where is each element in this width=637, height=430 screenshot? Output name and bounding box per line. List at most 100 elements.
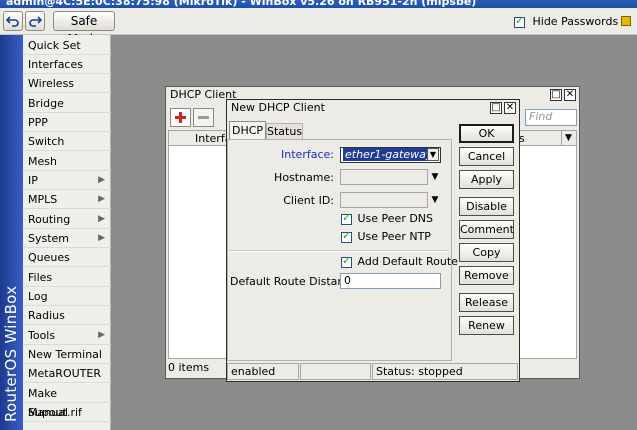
sidebar-item-manual[interactable]: Manual [23, 403, 111, 422]
use-peer-dns-check[interactable] [341, 211, 352, 225]
status-cell-empty [300, 363, 371, 380]
sidebar-item-bridge[interactable]: Bridge [23, 94, 111, 113]
hide-passwords-label: Hide Passwords [532, 15, 619, 28]
release-button[interactable]: Release [459, 293, 514, 312]
hostname-dropdown-icon[interactable]: ▼ [428, 170, 442, 184]
renew-button[interactable]: Renew [459, 316, 514, 335]
find-input[interactable]: Find [525, 109, 577, 126]
interface-label: Interface: [281, 148, 334, 161]
sidebar-item-ip[interactable]: IP ▶ [23, 171, 111, 190]
sidebar-item-label: Switch [28, 135, 65, 148]
window-title: admin@4C:5E:0C:38:75:98 (MikroTik) - Win… [6, 0, 477, 8]
apply-button[interactable]: Apply [459, 170, 514, 189]
close-icon[interactable]: ✕ [504, 102, 516, 114]
items-count: 0 items [168, 361, 210, 374]
use-peer-dns-checkbox[interactable]: Use Peer DNS [341, 211, 434, 225]
submenu-arrow-icon: ▶ [98, 175, 105, 185]
tab-status[interactable]: Status [266, 123, 303, 139]
submenu-arrow-icon: ▶ [98, 330, 105, 340]
dropdown-icon[interactable]: ▼ [427, 148, 439, 161]
sidebar-item-log[interactable]: Log [23, 287, 111, 306]
sidebar-item-label: New Terminal [28, 348, 102, 361]
sidebar-item-tools[interactable]: Tools ▶ [23, 326, 111, 345]
minus-icon [198, 116, 209, 119]
interface-value: ether1-gateway [343, 148, 435, 161]
sidebar-item-mesh[interactable]: Mesh [23, 152, 111, 171]
window-title-bar: admin@4C:5E:0C:38:75:98 (MikroTik) - Win… [0, 0, 637, 8]
sidebar-item-label: Log [28, 290, 48, 303]
submenu-arrow-icon: ▶ [98, 233, 105, 243]
disable-button[interactable]: Disable [459, 197, 514, 216]
sidebar-item-interfaces[interactable]: Interfaces [23, 55, 111, 74]
hostname-field[interactable] [340, 169, 428, 185]
interface-select[interactable]: ether1-gateway ▼ [340, 147, 441, 163]
client-id-label: Client ID: [283, 194, 334, 207]
sidebar-menu: Quick Set Interfaces Wireless Bridge PPP… [23, 35, 111, 430]
maximize-icon[interactable]: □ [550, 89, 562, 101]
ok-button[interactable]: OK [459, 124, 514, 143]
plus-icon [175, 112, 186, 123]
status-enabled: enabled [227, 363, 299, 380]
sidebar-item-label: Bridge [28, 97, 64, 110]
sidebar-item-quick-set[interactable]: Quick Set [23, 36, 111, 55]
sidebar-item-system[interactable]: System ▶ [23, 229, 111, 248]
status-text: Status: stopped [372, 363, 518, 380]
safe-mode-button[interactable]: Safe Mode [53, 11, 115, 46]
redo-button[interactable] [25, 11, 45, 31]
copy-button[interactable]: Copy [459, 243, 514, 262]
use-peer-ntp-check[interactable] [341, 229, 352, 243]
remove-button[interactable]: Remove [459, 266, 514, 285]
sidebar-item-make-supout[interactable]: Make Supout.rif [23, 384, 111, 419]
brand-text: RouterOS WinBox [2, 285, 20, 422]
sidebar-item-label: Radius [28, 309, 65, 322]
hostname-label: Hostname: [274, 171, 334, 184]
client-id-dropdown-icon[interactable]: ▼ [428, 193, 442, 207]
column-menu-icon[interactable]: ▼ [561, 131, 575, 145]
add-default-route-checkbox[interactable]: Add Default Route [341, 254, 458, 268]
separator [229, 250, 449, 252]
sidebar-item-label: MPLS [28, 193, 58, 206]
sidebar-item-label: PPP [28, 116, 48, 129]
default-route-distance-label: Default Route Distance: [230, 275, 361, 288]
sidebar-item-label: Files [28, 271, 53, 284]
use-peer-ntp-label: Use Peer NTP [357, 230, 431, 243]
tab-label: Status [267, 125, 303, 138]
sidebar-item-ppp[interactable]: PPP [23, 113, 111, 132]
add-default-route-label: Add Default Route [357, 255, 458, 268]
sidebar-item-radius[interactable]: Radius [23, 306, 111, 325]
sidebar-item-label: Interfaces [28, 58, 83, 71]
close-icon[interactable]: ✕ [564, 89, 576, 101]
undo-button[interactable] [3, 11, 23, 31]
submenu-arrow-icon: ▶ [98, 194, 105, 204]
sidebar-item-mpls[interactable]: MPLS ▶ [23, 190, 111, 209]
add-default-route-check[interactable] [341, 254, 352, 268]
sidebar-item-switch[interactable]: Switch [23, 132, 111, 151]
cancel-button[interactable]: Cancel [459, 147, 514, 166]
sidebar-item-label: MetaROUTER [28, 367, 101, 380]
sidebar-item-metarouter[interactable]: MetaROUTER [23, 364, 111, 383]
maximize-icon[interactable]: □ [490, 102, 502, 114]
sidebar-item-queues[interactable]: Queues [23, 248, 111, 267]
sidebar-item-label: IP [28, 174, 38, 187]
hide-passwords-check[interactable] [514, 14, 525, 28]
use-peer-ntp-checkbox[interactable]: Use Peer NTP [341, 229, 431, 243]
sidebar-item-label: Mesh [28, 155, 57, 168]
sidebar-item-routing[interactable]: Routing ▶ [23, 210, 111, 229]
sidebar-item-label: Wireless [28, 77, 75, 90]
brand-strip: RouterOS WinBox [0, 35, 23, 430]
undo-icon [5, 16, 19, 27]
tab-dhcp[interactable]: DHCP [229, 121, 266, 140]
sidebar-item-wireless[interactable]: Wireless [23, 74, 111, 93]
hide-passwords-checkbox[interactable]: Hide Passwords [514, 14, 619, 28]
sidebar-item-new-terminal[interactable]: New Terminal [23, 345, 111, 364]
remove-button[interactable] [193, 108, 214, 127]
default-route-distance-field[interactable]: 0 [340, 273, 441, 289]
use-peer-dns-label: Use Peer DNS [357, 212, 434, 225]
add-button[interactable] [170, 108, 191, 127]
sidebar-item-label: Manual [28, 406, 68, 419]
comment-button[interactable]: Comment [459, 220, 514, 239]
redo-icon [29, 16, 43, 27]
sidebar-item-files[interactable]: Files [23, 268, 111, 287]
sidebar-item-label: Routing [28, 213, 71, 226]
client-id-field[interactable] [340, 192, 428, 208]
